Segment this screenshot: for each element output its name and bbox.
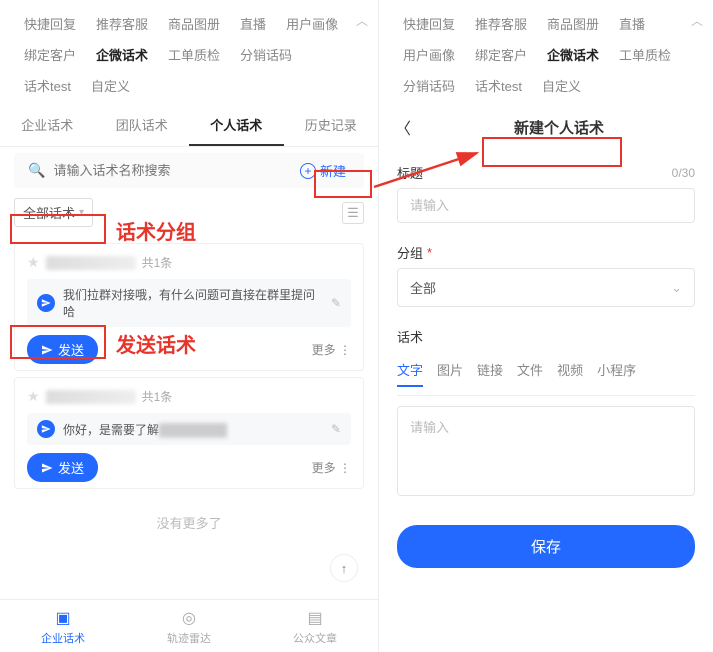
form-header: 〈 新建个人话术 [379, 101, 713, 153]
filter-all-chip[interactable]: 全部话术 ▾ [14, 198, 93, 227]
required-icon: * [427, 245, 432, 260]
bottom-label: 企业话术 [41, 633, 85, 645]
bottom-nav-item[interactable]: ▣ 企业话术 [0, 600, 126, 652]
send-icon [37, 420, 55, 438]
message-text: 你好，是需要了解████████ [63, 421, 323, 438]
new-button[interactable]: + 新建 [300, 161, 352, 180]
nav-tab[interactable]: 快捷回复 [14, 8, 86, 39]
star-icon[interactable]: ★ [27, 254, 40, 271]
form-title: 新建个人话术 [514, 117, 604, 138]
save-button[interactable]: 保存 [397, 525, 695, 568]
content-label: 话术 [397, 327, 423, 346]
nav-tab[interactable]: 自定义 [81, 70, 140, 101]
star-icon[interactable]: ★ [27, 388, 40, 405]
content-tabs: 文字 图片 链接 文件 视频 小程序 [397, 352, 695, 396]
nav-tab[interactable]: 自定义 [532, 70, 591, 101]
nav-tab[interactable]: 推荐客服 [465, 8, 537, 39]
group-value: 全部 [410, 278, 436, 297]
radar-icon: ◎ [126, 608, 252, 628]
top-nav-right: 快捷回复 推荐客服 商品图册 直播 用户画像 绑定客户 企微话术 工单质检 分销… [379, 0, 713, 101]
sub-tab[interactable]: 历史记录 [284, 105, 379, 146]
no-more-text: 没有更多了 [0, 495, 378, 550]
content-tab[interactable]: 图片 [437, 360, 463, 387]
nav-tab[interactable]: 推荐客服 [86, 8, 158, 39]
chevron-up-icon[interactable]: ︿ [691, 12, 703, 29]
filter-label: 全部话术 [23, 203, 75, 222]
nav-tab-active[interactable]: 企微话术 [86, 39, 158, 70]
script-card: ★ 共1条 你好，是需要了解████████ ✎ 发送 更多 ⋮ [14, 377, 364, 489]
more-link[interactable]: 更多 ⋮ [312, 459, 351, 476]
nav-tab[interactable]: 直播 [609, 8, 655, 39]
nav-tab[interactable]: 话术test [14, 70, 81, 101]
bottom-nav-item[interactable]: ◎ 轨迹雷达 [126, 600, 252, 652]
message-text: 我们拉群对接哦，有什么问题可直接在群里提问哈 [63, 286, 323, 320]
group-label: 分组 [397, 243, 423, 262]
chevron-down-icon: ⌄ [671, 280, 682, 296]
send-icon [41, 344, 53, 356]
nav-tab[interactable]: 直播 [230, 8, 276, 39]
nav-tab[interactable]: 话术test [465, 70, 532, 101]
nav-tab[interactable]: 绑定客户 [14, 39, 86, 70]
nav-tab[interactable]: 分销话码 [230, 39, 302, 70]
send-button[interactable]: 发送 [27, 453, 98, 482]
message-row: 你好，是需要了解████████ ✎ [27, 413, 351, 445]
nav-tab-active[interactable]: 企微话术 [537, 39, 609, 70]
send-icon [37, 294, 55, 312]
sub-tabs: 企业话术 团队话术 个人话术 历史记录 [0, 101, 378, 147]
edit-icon[interactable]: ✎ [331, 422, 341, 436]
search-input[interactable] [53, 163, 292, 178]
new-label: 新建 [320, 161, 346, 180]
article-icon: ▤ [252, 608, 378, 628]
chevron-up-icon[interactable]: ︿ [356, 12, 368, 29]
card-title-blurred [46, 390, 136, 404]
bottom-nav: ▣ 企业话术 ◎ 轨迹雷达 ▤ 公众文章 [0, 599, 378, 652]
nav-tab[interactable]: 用户画像 [276, 8, 348, 39]
send-icon [41, 462, 53, 474]
sub-tab-active[interactable]: 个人话术 [189, 105, 284, 146]
search-icon: 🔍 [28, 162, 45, 179]
nav-tab[interactable]: 工单质检 [609, 39, 681, 70]
content-tab[interactable]: 小程序 [597, 360, 636, 387]
message-row: 我们拉群对接哦，有什么问题可直接在群里提问哈 ✎ [27, 279, 351, 327]
card-title-blurred [46, 256, 136, 270]
content-tab[interactable]: 文字 [397, 360, 423, 387]
chevron-down-icon: ▾ [79, 207, 84, 218]
bottom-label: 公众文章 [293, 633, 337, 645]
edit-icon[interactable]: ✎ [331, 296, 341, 310]
bottom-label: 轨迹雷达 [167, 633, 211, 645]
script-card: ★ 共1条 我们拉群对接哦，有什么问题可直接在群里提问哈 ✎ 发送 更多 ⋮ [14, 243, 364, 371]
card-count: 共1条 [142, 254, 173, 271]
plus-icon: + [300, 163, 316, 179]
nav-tab[interactable]: 商品图册 [537, 8, 609, 39]
card-count: 共1条 [142, 388, 173, 405]
back-to-top-button[interactable]: ↑ [330, 554, 358, 582]
content-tab[interactable]: 视频 [557, 360, 583, 387]
nav-tab[interactable]: 分销话码 [393, 70, 465, 101]
top-nav: 快捷回复 推荐客服 商品图册 直播 用户画像 绑定客户 企微话术 工单质检 分销… [0, 0, 378, 101]
send-button[interactable]: 发送 [27, 335, 98, 364]
group-select[interactable]: 全部 ⌄ [397, 268, 695, 307]
content-textarea[interactable] [397, 406, 695, 496]
nav-tab[interactable]: 用户画像 [393, 39, 465, 70]
title-label: 标题 [397, 163, 423, 182]
sub-tab[interactable]: 企业话术 [0, 105, 95, 146]
content-tab[interactable]: 文件 [517, 360, 543, 387]
more-link[interactable]: 更多 ⋮ [312, 341, 351, 358]
title-input[interactable] [397, 188, 695, 223]
nav-tab[interactable]: 商品图册 [158, 8, 230, 39]
nav-tab[interactable]: 工单质检 [158, 39, 230, 70]
char-counter: 0/30 [672, 166, 695, 180]
send-label: 发送 [58, 458, 84, 477]
back-icon[interactable]: 〈 [395, 115, 411, 139]
nav-tab[interactable]: 快捷回复 [393, 8, 465, 39]
nav-tab[interactable]: 绑定客户 [465, 39, 537, 70]
filter-row: 全部话术 ▾ ☰ [0, 188, 378, 237]
bottom-nav-item[interactable]: ▤ 公众文章 [252, 600, 378, 652]
hash-icon: ▣ [0, 608, 126, 628]
content-tab[interactable]: 链接 [477, 360, 503, 387]
search-row: 🔍 + 新建 [14, 153, 364, 188]
list-view-icon[interactable]: ☰ [342, 202, 364, 224]
send-label: 发送 [58, 340, 84, 359]
sub-tab[interactable]: 团队话术 [95, 105, 190, 146]
